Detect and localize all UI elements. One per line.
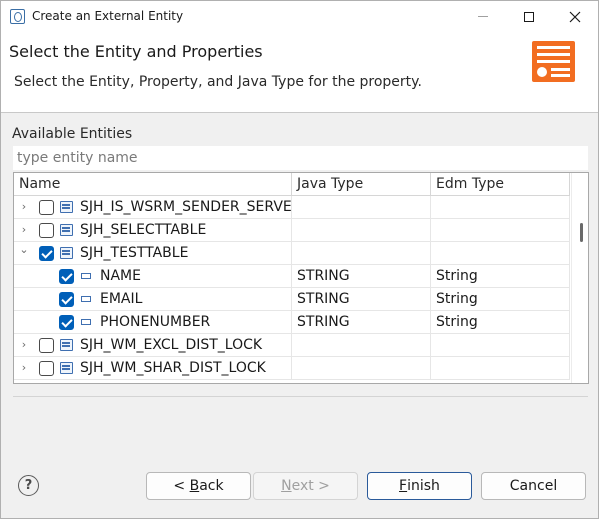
java-type-cell	[292, 357, 431, 379]
edm-type-cell: String	[431, 311, 570, 333]
entity-filter-input[interactable]	[13, 146, 588, 170]
java-type-cell	[292, 334, 431, 356]
row-checkbox[interactable]	[59, 315, 74, 330]
property-row[interactable]: EMAIL STRING String	[14, 288, 570, 311]
property-row[interactable]: PHONENUMBER STRING String	[14, 311, 570, 334]
table-icon	[60, 224, 73, 236]
table-icon	[60, 362, 73, 374]
java-type-cell	[292, 196, 431, 218]
back-button-label: ack	[199, 478, 224, 494]
table-header: Name Java Type Edm Type	[14, 173, 570, 196]
maximize-icon	[524, 11, 534, 22]
dialog-window: Create an External Entity Select the Ent…	[0, 0, 599, 519]
next-button-mnemonic: N	[281, 478, 292, 494]
name-cell: EMAIL	[14, 288, 292, 310]
java-type-cell: STRING	[292, 311, 431, 333]
next-button-label: ext >	[291, 478, 330, 494]
close-button[interactable]	[552, 1, 598, 32]
property-row[interactable]: NAME STRING String	[14, 265, 570, 288]
name-cell: › SJH_WM_SHAR_DIST_LOCK	[14, 357, 292, 379]
chevron-right-icon[interactable]: ›	[19, 362, 29, 374]
chevron-down-icon[interactable]: ⌄	[19, 244, 29, 256]
edm-type-cell	[431, 196, 570, 218]
row-name: SJH_WM_SHAR_DIST_LOCK	[80, 360, 266, 376]
name-cell: PHONENUMBER	[14, 311, 292, 333]
column-icon	[81, 273, 91, 279]
entities-tree-table[interactable]: Name Java Type Edm Type › SJH_IS_WSRM_SEN…	[13, 172, 589, 384]
edm-type-cell: String	[431, 288, 570, 310]
name-cell: › SJH_WM_EXCL_DIST_LOCK	[14, 334, 292, 356]
window-title: Create an External Entity	[32, 9, 184, 23]
back-button[interactable]: < Back	[146, 472, 251, 500]
java-type-cell: STRING	[292, 265, 431, 287]
finish-button[interactable]: Finish	[367, 472, 472, 500]
name-cell: NAME	[14, 265, 292, 287]
entity-row[interactable]: › SJH_WM_SHAR_DIST_LOCK	[14, 357, 570, 380]
name-cell: ⌄ SJH_TESTTABLE	[14, 242, 292, 264]
table-icon	[60, 247, 73, 259]
finish-button-label: inish	[407, 478, 440, 494]
help-icon: ?	[24, 478, 33, 493]
entity-row[interactable]: › SJH_SELECTTABLE	[14, 219, 570, 242]
app-icon	[10, 9, 25, 24]
row-checkbox[interactable]	[39, 223, 54, 238]
chevron-right-icon[interactable]: ›	[19, 339, 29, 351]
edm-type-cell	[431, 357, 570, 379]
entity-row[interactable]: › SJH_IS_WSRM_SENDER_SERVER	[14, 196, 570, 219]
row-name: EMAIL	[100, 291, 143, 307]
wizard-header: Select the Entity and Properties Select …	[1, 32, 598, 113]
table-rows: › SJH_IS_WSRM_SENDER_SERVER › SJH_SELECTTAB…	[14, 196, 570, 380]
java-type-cell	[292, 242, 431, 264]
row-name: SJH_IS_WSRM_SENDER_SERVER	[80, 199, 292, 215]
name-cell: › SJH_IS_WSRM_SENDER_SERVER	[14, 196, 292, 218]
next-button[interactable]: Next >	[253, 472, 358, 500]
table-icon	[60, 339, 73, 351]
edm-type-cell	[431, 219, 570, 241]
help-button[interactable]: ?	[18, 475, 39, 496]
finish-button-mnemonic: F	[399, 478, 408, 494]
chevron-right-icon[interactable]: ›	[19, 201, 29, 213]
table-icon	[60, 201, 73, 213]
minimize-button[interactable]	[460, 1, 506, 32]
row-checkbox[interactable]	[39, 246, 54, 261]
entity-row[interactable]: ⌄ SJH_TESTTABLE	[14, 242, 570, 265]
back-button-prefix: <	[173, 478, 190, 494]
page-description: Select the Entity, Property, and Java Ty…	[14, 74, 422, 90]
minimize-icon	[478, 16, 488, 17]
edm-type-cell: String	[431, 265, 570, 287]
page-title: Select the Entity and Properties	[9, 42, 263, 61]
row-checkbox[interactable]	[59, 269, 74, 284]
row-checkbox[interactable]	[39, 200, 54, 215]
cancel-button[interactable]: Cancel	[481, 472, 586, 500]
row-checkbox[interactable]	[39, 361, 54, 376]
entity-row[interactable]: › SJH_WM_EXCL_DIST_LOCK	[14, 334, 570, 357]
row-name: SJH_TESTTABLE	[80, 245, 189, 261]
column-header-edm-type[interactable]: Edm Type	[431, 173, 570, 195]
available-entities-label: Available Entities	[12, 126, 133, 142]
entity-properties-image-icon	[532, 41, 575, 82]
back-button-mnemonic: B	[189, 478, 200, 494]
java-type-cell: STRING	[292, 288, 431, 310]
column-header-java-type[interactable]: Java Type	[292, 173, 431, 195]
row-name: NAME	[100, 268, 141, 284]
row-name: SJH_WM_EXCL_DIST_LOCK	[80, 337, 263, 353]
java-type-cell	[292, 219, 431, 241]
row-name: PHONENUMBER	[100, 314, 211, 330]
chevron-right-icon[interactable]: ›	[19, 224, 29, 236]
row-name: SJH_SELECTTABLE	[80, 222, 207, 238]
row-checkbox[interactable]	[59, 292, 74, 307]
maximize-button[interactable]	[506, 1, 552, 32]
scrollbar-thumb[interactable]	[580, 223, 583, 242]
row-checkbox[interactable]	[39, 338, 54, 353]
edm-type-cell	[431, 334, 570, 356]
vertical-scrollbar[interactable]	[571, 173, 588, 383]
column-header-name[interactable]: Name	[14, 173, 292, 195]
title-bar: Create an External Entity	[1, 1, 598, 32]
separator	[13, 396, 588, 397]
name-cell: › SJH_SELECTTABLE	[14, 219, 292, 241]
column-icon	[81, 319, 91, 325]
close-icon	[569, 11, 581, 22]
edm-type-cell	[431, 242, 570, 264]
column-icon	[81, 296, 91, 302]
